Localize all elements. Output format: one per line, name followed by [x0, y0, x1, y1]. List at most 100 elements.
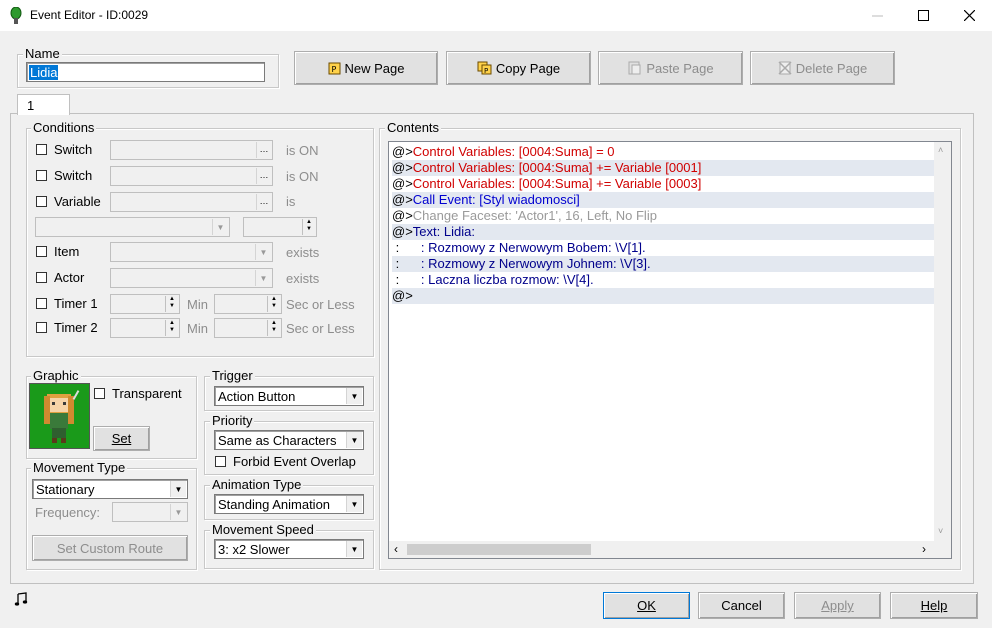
- command-text: Change Faceset: 'Actor1', 16, Left, No F…: [412, 208, 657, 223]
- variable-checkbox[interactable]: [36, 196, 47, 207]
- timer2-sec-spinner[interactable]: ▲ ▼: [214, 318, 282, 338]
- name-label: Name: [23, 46, 62, 61]
- animation-type-label: Animation Type: [210, 477, 304, 492]
- trigger-value: Action Button: [218, 389, 296, 404]
- command-prefix: @>: [392, 224, 413, 239]
- priority-select[interactable]: Same as Characters ▼: [214, 430, 364, 450]
- switch1-checkbox[interactable]: [36, 144, 47, 155]
- timer1-checkbox[interactable]: [36, 298, 47, 309]
- delete-page-icon: [778, 61, 792, 75]
- ok-button[interactable]: OK: [603, 592, 690, 619]
- set-custom-route-button[interactable]: Set Custom Route: [32, 535, 188, 561]
- horizontal-scrollbar[interactable]: ‹ ›: [389, 541, 935, 558]
- priority-value: Same as Characters: [218, 433, 337, 448]
- movement-speed-select[interactable]: 3: x2 Slower ▼: [214, 539, 364, 559]
- variable-field[interactable]: …: [110, 192, 273, 212]
- copy-page-button[interactable]: P Copy Page: [446, 51, 591, 85]
- timer1-min-spinner[interactable]: ▲ ▼: [110, 294, 180, 314]
- graphic-label: Graphic: [31, 368, 81, 383]
- variable-browse-button[interactable]: …: [256, 194, 271, 210]
- switch2-browse-button[interactable]: …: [256, 168, 271, 184]
- timer1-sec-spinner[interactable]: ▲ ▼: [214, 294, 282, 314]
- maximize-button[interactable]: [900, 0, 946, 31]
- close-button[interactable]: [946, 0, 992, 31]
- switch2-checkbox[interactable]: [36, 170, 47, 181]
- event-command-line[interactable]: @>: [392, 288, 934, 304]
- apply-button[interactable]: Apply: [794, 592, 881, 619]
- new-page-button[interactable]: P New Page: [294, 51, 438, 85]
- music-note-icon[interactable]: [14, 592, 28, 606]
- movement-speed-label: Movement Speed: [210, 522, 316, 537]
- delete-page-button[interactable]: Delete Page: [750, 51, 895, 85]
- command-text: : Laczna liczba rozmow: \V[4].: [399, 272, 594, 287]
- event-command-line[interactable]: @>Call Event: [Styl wiadomosci]: [392, 192, 934, 208]
- graphic-preview[interactable]: [29, 383, 90, 449]
- horizontal-scroll-thumb[interactable]: [407, 544, 591, 555]
- switch2-suffix: is ON: [286, 169, 319, 184]
- actor-checkbox[interactable]: [36, 272, 47, 283]
- item-label: Item: [54, 244, 80, 259]
- switch1-field[interactable]: …: [110, 140, 273, 160]
- command-text: : Rozmowy z Nerwowym Bobem: \V[1].: [399, 240, 646, 255]
- item-select[interactable]: ▼: [110, 242, 273, 262]
- event-command-line[interactable]: @>Control Variables: [0004:Suma] += Vari…: [392, 176, 934, 192]
- switch1-browse-button[interactable]: …: [256, 142, 271, 158]
- transparent-checkbox[interactable]: [94, 388, 105, 399]
- command-prefix: @>: [392, 176, 413, 191]
- command-prefix: @>: [392, 160, 413, 175]
- event-command-line[interactable]: : : Rozmowy z Nerwowym Johnem: \V[3].: [392, 256, 934, 272]
- command-prefix: @>: [392, 144, 413, 159]
- cancel-label: Cancel: [721, 598, 762, 613]
- scroll-up-icon[interactable]: ˄: [938, 145, 943, 155]
- help-button[interactable]: Help: [890, 592, 978, 619]
- event-commands-list[interactable]: @>Control Variables: [0004:Suma] = 0 @>Co…: [388, 141, 952, 559]
- scroll-right-icon[interactable]: ›: [922, 542, 926, 556]
- minimize-button[interactable]: [854, 0, 900, 31]
- vertical-scrollbar[interactable]: ˄ ˅: [934, 142, 951, 541]
- variable-value-spinner[interactable]: ▲ ▼: [243, 217, 317, 237]
- chevron-down-icon: ▼: [170, 481, 186, 497]
- tab-page-1[interactable]: 1: [17, 94, 70, 115]
- event-command-line[interactable]: @>Control Variables: [0004:Suma] += Vari…: [392, 160, 934, 176]
- item-checkbox[interactable]: [36, 246, 47, 257]
- event-command-line[interactable]: : : Laczna liczba rozmow: \V[4].: [392, 272, 934, 288]
- cancel-button[interactable]: Cancel: [698, 592, 785, 619]
- command-text: Control Variables: [0004:Suma] += Variab…: [412, 176, 702, 191]
- actor-select[interactable]: ▼: [110, 268, 273, 288]
- scroll-down-icon[interactable]: ˅: [938, 526, 943, 536]
- new-page-label: New Page: [344, 60, 405, 76]
- paste-page-button[interactable]: Paste Page: [598, 51, 743, 85]
- help-label: Help: [920, 598, 948, 613]
- timer2-min-spinner[interactable]: ▲ ▼: [110, 318, 180, 338]
- scroll-left-icon[interactable]: ‹: [394, 542, 398, 556]
- trigger-label: Trigger: [210, 368, 255, 383]
- switch2-field[interactable]: …: [110, 166, 273, 186]
- graphic-set-button[interactable]: Set: [93, 426, 150, 451]
- forbid-overlap-checkbox[interactable]: [215, 456, 226, 467]
- command-prefix: @>: [392, 192, 413, 207]
- timer2-checkbox[interactable]: [36, 322, 47, 333]
- event-command-line[interactable]: @>Control Variables: [0004:Suma] = 0: [392, 144, 934, 160]
- chevron-down-icon: ▼: [346, 541, 362, 557]
- transparent-label: Transparent: [112, 386, 182, 401]
- timer2-sec-label: Sec or Less: [286, 321, 355, 336]
- event-command-line[interactable]: : : Rozmowy z Nerwowym Bobem: \V[1].: [392, 240, 934, 256]
- movement-type-label: Movement Type: [31, 460, 128, 475]
- variable-label: Variable: [54, 194, 101, 209]
- switch1-suffix: is ON: [286, 143, 319, 158]
- event-command-line[interactable]: @>Text: Lidia:: [392, 224, 934, 240]
- movement-type-select[interactable]: Stationary ▼: [32, 479, 188, 499]
- frequency-select[interactable]: ▼: [112, 502, 188, 522]
- apply-label: Apply: [821, 598, 854, 613]
- command-text: Call Event: [Styl wiadomosci]: [412, 192, 580, 207]
- variable-operator-select[interactable]: ▼: [35, 217, 230, 237]
- timer1-sec-label: Sec or Less: [286, 297, 355, 312]
- app-icon: [10, 7, 22, 24]
- scroll-corner: [934, 541, 951, 558]
- event-command-line[interactable]: @>Change Faceset: 'Actor1', 16, Left, No…: [392, 208, 934, 224]
- trigger-select[interactable]: Action Button ▼: [214, 386, 364, 406]
- name-input[interactable]: Lidia: [26, 62, 265, 82]
- variable-suffix: is: [286, 194, 296, 209]
- priority-label: Priority: [210, 413, 255, 428]
- animation-type-select[interactable]: Standing Animation ▼: [214, 494, 364, 514]
